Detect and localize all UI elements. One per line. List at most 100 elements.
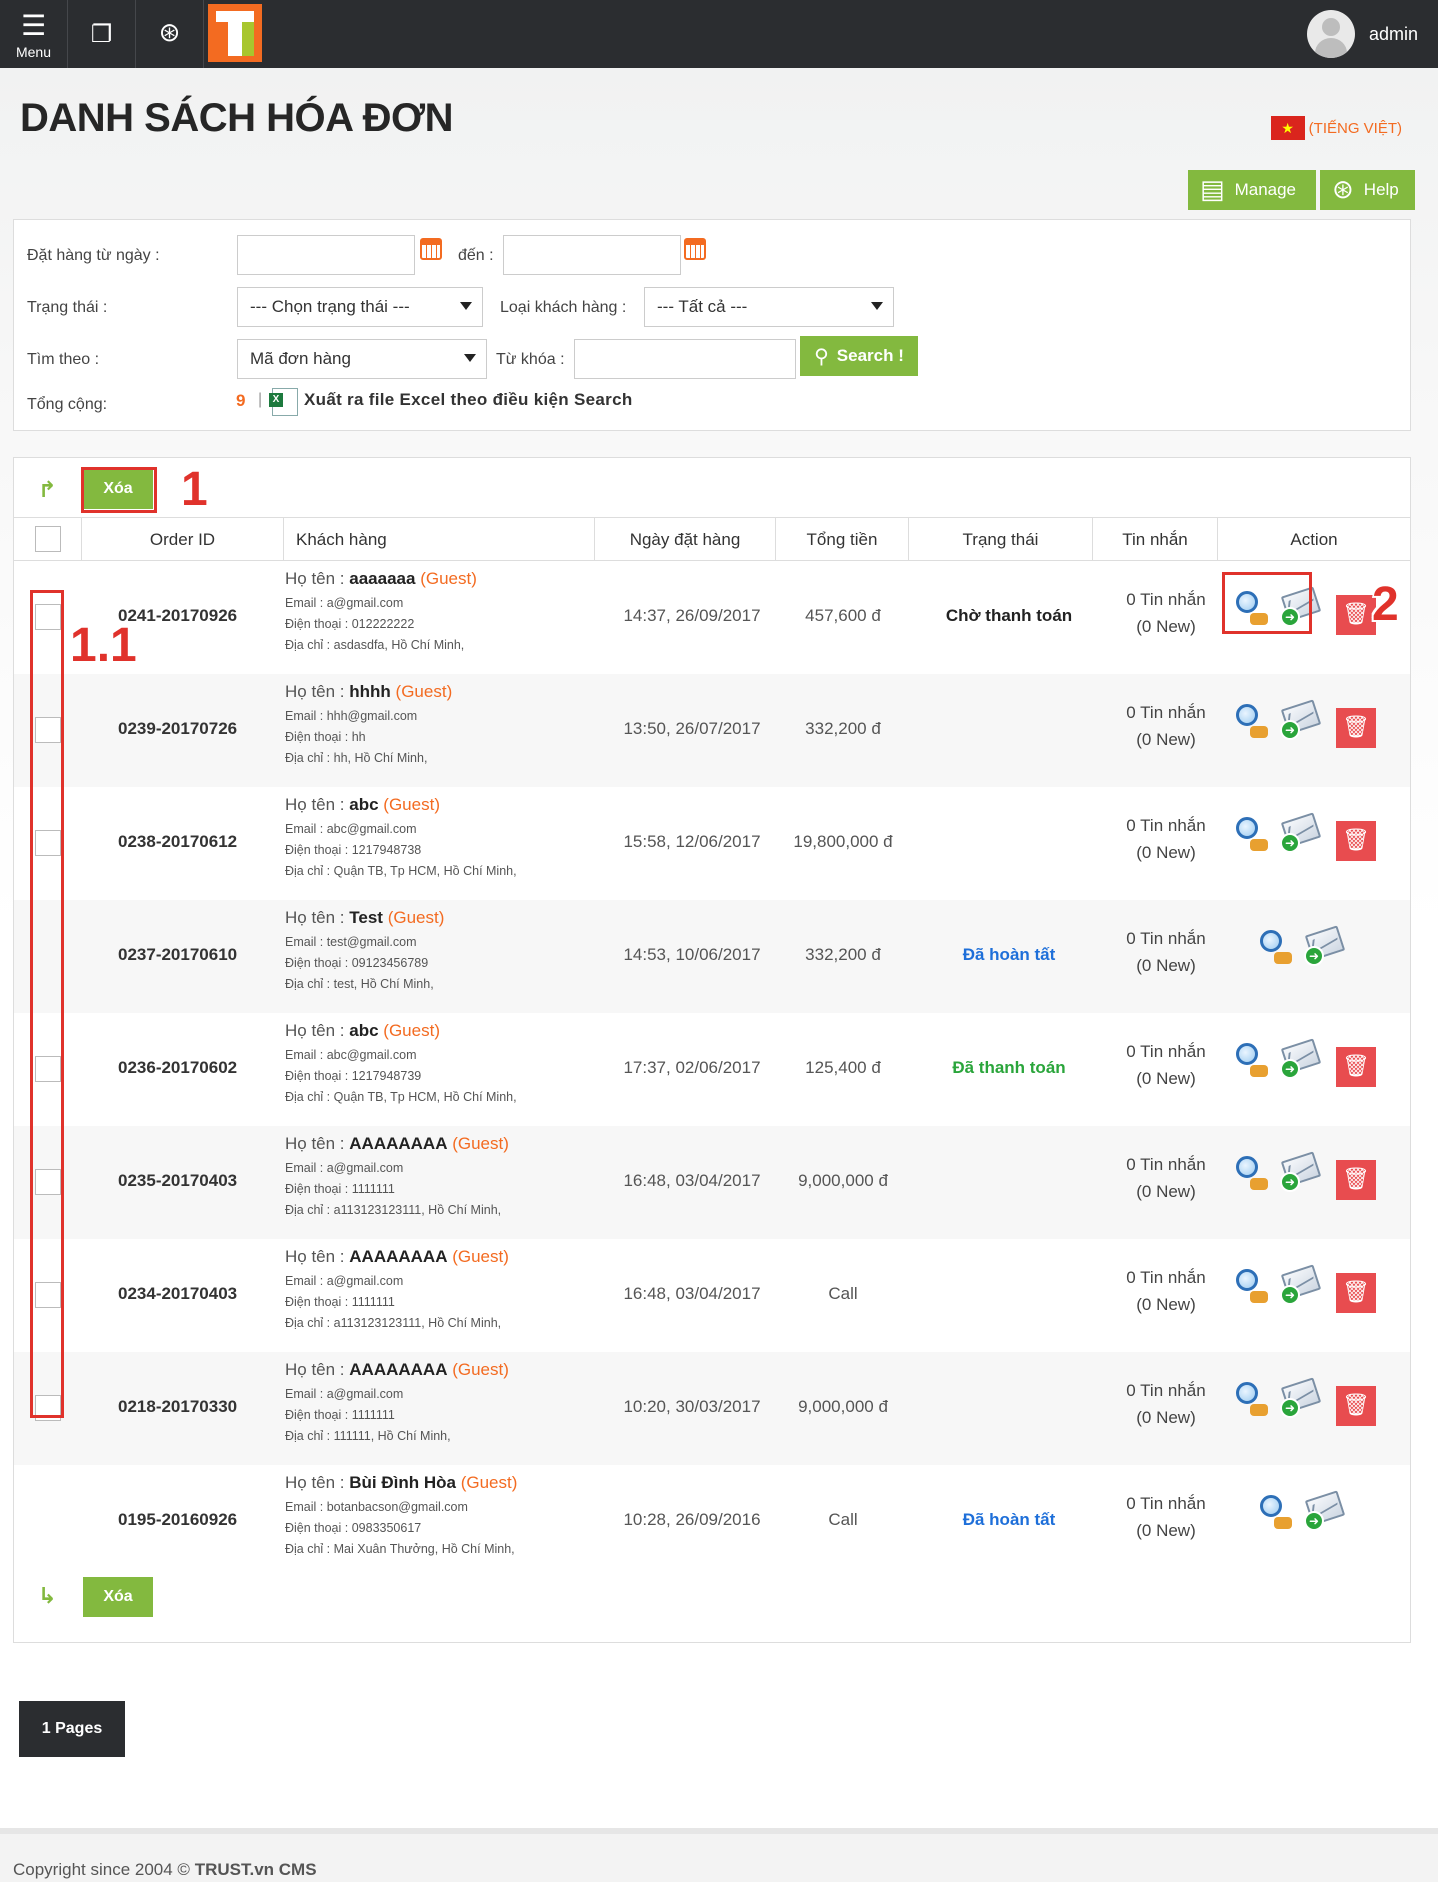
send-mail-icon[interactable]: ➜	[1304, 925, 1346, 966]
language-switch[interactable]: ★ (TIẾNG VIỆT)	[1270, 116, 1402, 140]
header-messages[interactable]: Tin nhắn	[1093, 518, 1218, 561]
trust-logo[interactable]	[208, 4, 262, 62]
book-button[interactable]: ❐	[68, 0, 136, 68]
message-count[interactable]: 0 Tin nhắn (0 New)	[1094, 1264, 1238, 1318]
to-date-input[interactable]	[503, 235, 681, 275]
order-total: 125,400 đ	[805, 1058, 881, 1077]
email-prefix: Email :	[285, 1274, 327, 1288]
header-order-date[interactable]: Ngày đặt hàng	[595, 518, 776, 561]
manage-button[interactable]: ▤ Manage	[1188, 170, 1316, 210]
message-count[interactable]: 0 Tin nhắn (0 New)	[1094, 586, 1238, 640]
customer-email-line: Email : test@gmail.com	[285, 935, 444, 949]
order-id[interactable]: 0238-20170612	[118, 832, 278, 852]
order-id[interactable]: 0234-20170403	[118, 1284, 278, 1304]
send-mail-icon[interactable]: ➜	[1304, 1490, 1346, 1531]
send-mail-icon[interactable]: ➜	[1280, 1264, 1322, 1305]
send-mail-icon[interactable]: ➜	[1280, 1038, 1322, 1079]
status-select[interactable]: --- Chọn trạng thái ---	[237, 287, 483, 327]
message-count[interactable]: 0 Tin nhắn (0 New)	[1094, 699, 1238, 753]
order-date: 15:58, 12/06/2017	[623, 832, 761, 851]
support-button[interactable]: ⊛	[136, 0, 204, 68]
view-detail-icon[interactable]	[1236, 1382, 1276, 1422]
messages-label: 0 Tin nhắn	[1126, 1268, 1206, 1287]
delete-selected-button-bottom[interactable]: Xóa	[83, 1577, 153, 1617]
help-button[interactable]: ⊛ Help	[1320, 170, 1415, 210]
customer-email: hhh@gmail.com	[326, 709, 418, 723]
pagination[interactable]: 1 Pages	[19, 1701, 125, 1757]
table-row: 0195-20160926 Họ tên : Bùi Đình Hòa (Gues…	[14, 1465, 1410, 1578]
header-order-id[interactable]: Order ID	[82, 518, 284, 561]
trash-icon[interactable]: 🗑	[1336, 595, 1376, 635]
address-prefix: Địa chỉ :	[285, 638, 334, 652]
calendar-icon[interactable]	[420, 238, 442, 260]
header-total[interactable]: Tổng tiền	[776, 518, 909, 561]
message-count[interactable]: 0 Tin nhắn (0 New)	[1094, 925, 1238, 979]
order-id[interactable]: 0241-20170926	[118, 606, 278, 626]
send-mail-icon[interactable]: ➜	[1280, 1377, 1322, 1418]
message-count[interactable]: 0 Tin nhắn (0 New)	[1094, 1038, 1238, 1092]
view-detail-icon[interactable]	[1260, 930, 1300, 970]
page-title: DANH SÁCH HÓA ĐƠN	[20, 96, 454, 140]
message-count[interactable]: 0 Tin nhắn (0 New)	[1094, 1151, 1238, 1205]
annotation-box-1-1	[30, 590, 64, 1418]
select-all-checkbox[interactable]	[35, 526, 61, 552]
message-count[interactable]: 0 Tin nhắn (0 New)	[1094, 812, 1238, 866]
header-status[interactable]: Trạng thái	[909, 518, 1093, 561]
trash-icon[interactable]: 🗑	[1336, 1047, 1376, 1087]
order-id[interactable]: 0195-20160926	[118, 1510, 278, 1530]
lifebuoy-icon: ⊛	[1332, 175, 1354, 205]
order-id[interactable]: 0239-20170726	[118, 719, 278, 739]
send-mail-icon[interactable]: ➜	[1280, 1151, 1322, 1192]
guest-tag: (Guest)	[387, 908, 445, 927]
language-label: (TIẾNG VIỆT)	[1308, 119, 1402, 137]
avatar	[1306, 10, 1355, 58]
calendar-icon[interactable]	[684, 238, 706, 260]
trash-icon[interactable]: 🗑	[1336, 821, 1376, 861]
customer-address: Mai Xuân Thưởng, Hồ Chí Minh,	[333, 1542, 515, 1556]
send-mail-icon[interactable]: ➜	[1280, 699, 1322, 740]
customer-phone-line: Điện thoại : 1111111	[285, 1182, 509, 1196]
order-id[interactable]: 0235-20170403	[118, 1171, 278, 1191]
header-customer[interactable]: Khách hàng	[284, 518, 595, 561]
trash-icon[interactable]: 🗑	[1336, 1273, 1376, 1313]
send-mail-icon[interactable]: ➜	[1280, 812, 1322, 853]
customer-type-select[interactable]: --- Tất cả ---	[644, 287, 894, 327]
search-icon: ⚲	[814, 344, 829, 368]
trash-icon[interactable]: 🗑	[1336, 1386, 1376, 1426]
search-button[interactable]: ⚲ Search !	[800, 336, 918, 376]
view-detail-icon[interactable]	[1236, 1269, 1276, 1309]
user-menu[interactable]: admin	[1306, 8, 1418, 60]
view-detail-icon[interactable]	[1260, 1495, 1300, 1535]
customer-email-line: Email : hhh@gmail.com	[285, 709, 452, 723]
order-status: Đã thanh toán	[952, 1058, 1066, 1077]
export-excel-link[interactable]: Xuất ra file Excel theo điều kiện Search	[304, 390, 633, 410]
customer-name: Test	[349, 908, 383, 927]
customer-email: a@gmail.com	[326, 596, 404, 610]
message-count[interactable]: 0 Tin nhắn (0 New)	[1094, 1490, 1238, 1544]
address-prefix: Địa chỉ :	[285, 1542, 334, 1556]
keyword-input[interactable]	[574, 339, 796, 379]
order-id[interactable]: 0218-20170330	[118, 1397, 278, 1417]
trash-icon[interactable]: 🗑	[1336, 708, 1376, 748]
message-count[interactable]: 0 Tin nhắn (0 New)	[1094, 1377, 1238, 1431]
from-date-input[interactable]	[237, 235, 415, 275]
order-id[interactable]: 0237-20170610	[118, 945, 278, 965]
trash-icon[interactable]: 🗑	[1336, 1160, 1376, 1200]
order-id[interactable]: 0236-20170602	[118, 1058, 278, 1078]
find-by-select[interactable]: Mã đơn hàng	[237, 339, 487, 379]
customer-name-line: Họ tên : aaaaaaa (Guest)	[285, 569, 477, 589]
new-messages-label: (0 New)	[1136, 1069, 1196, 1088]
order-date: 10:28, 26/09/2016	[623, 1510, 761, 1529]
customer-address-line: Địa chỉ : a113123123111, Hồ Chí Minh,	[285, 1316, 509, 1330]
view-detail-icon[interactable]	[1236, 1043, 1276, 1083]
view-detail-icon[interactable]	[1236, 1156, 1276, 1196]
top-bar: ☰ Menu ❐ ⊛ admin	[0, 0, 1438, 68]
order-date: 16:48, 03/04/2017	[623, 1171, 761, 1190]
view-detail-icon[interactable]	[1236, 704, 1276, 744]
customer-phone: hh	[351, 730, 366, 744]
menu-button[interactable]: ☰ Menu	[0, 0, 68, 68]
from-date-label: Đặt hàng từ ngày :	[27, 247, 160, 264]
excel-icon[interactable]	[269, 388, 298, 416]
new-messages-label: (0 New)	[1136, 1295, 1196, 1314]
view-detail-icon[interactable]	[1236, 817, 1276, 857]
